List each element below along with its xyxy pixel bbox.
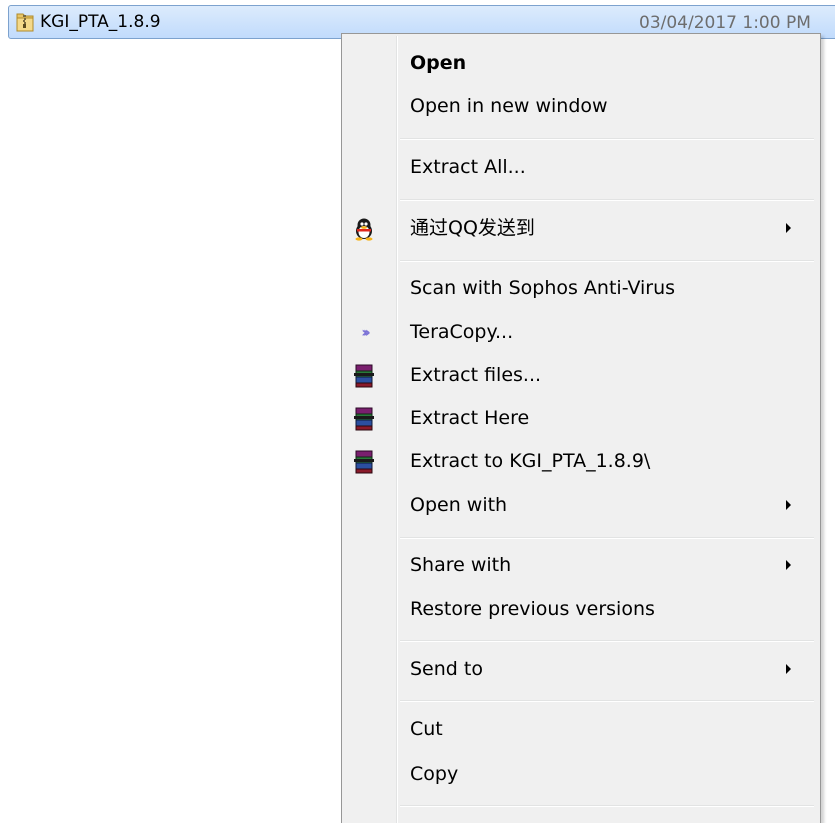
menu-item-send-via-qq[interactable]: 通过QQ发送到 bbox=[344, 207, 818, 249]
menu-separator bbox=[400, 199, 814, 201]
menu-separator bbox=[400, 700, 814, 702]
menu-item-open-in-new-window[interactable]: Open in new window bbox=[344, 85, 818, 127]
menu-item-share-with[interactable]: Share with bbox=[344, 544, 818, 586]
menu-item-teracopy[interactable]: ››› TeraCopy... bbox=[344, 311, 818, 353]
winrar-icon bbox=[351, 449, 377, 475]
menu-item-cut[interactable]: Cut bbox=[344, 708, 818, 750]
menu-item-label: Extract Here bbox=[410, 407, 530, 429]
menu-item-label: Restore previous versions bbox=[410, 598, 655, 620]
menu-item-label: Open in new window bbox=[410, 95, 608, 117]
file-name[interactable]: KGI_PTA_1.8.9 bbox=[40, 11, 161, 33]
menu-item-extract-to-folder[interactable]: Extract to KGI_PTA_1.8.9\ bbox=[344, 440, 818, 482]
menu-item-label: Open with bbox=[410, 494, 508, 516]
menu-item-label: Share with bbox=[410, 554, 512, 576]
menu-item-label: Open bbox=[410, 52, 467, 74]
winrar-icon bbox=[351, 406, 377, 432]
teracopy-icon: ››› bbox=[361, 325, 371, 341]
menu-item-label: Extract files... bbox=[410, 364, 542, 386]
winrar-icon bbox=[351, 363, 377, 389]
menu-separator bbox=[400, 640, 814, 642]
file-date-modified: 03/04/2017 1:00 PM bbox=[639, 13, 811, 33]
menu-separator bbox=[400, 537, 814, 539]
zip-folder-icon bbox=[15, 11, 35, 33]
menu-item-send-to[interactable]: Send to bbox=[344, 648, 818, 690]
menu-item-label: 通过QQ发送到 bbox=[410, 217, 535, 239]
submenu-arrow-icon bbox=[786, 500, 791, 510]
menu-item-label: Extract All... bbox=[410, 156, 526, 178]
menu-separator bbox=[400, 138, 814, 140]
menu-item-scan-sophos[interactable]: Scan with Sophos Anti-Virus bbox=[344, 267, 818, 309]
submenu-arrow-icon bbox=[786, 223, 791, 233]
menu-item-label: Send to bbox=[410, 658, 483, 680]
menu-item-label: Extract to KGI_PTA_1.8.9\ bbox=[410, 450, 651, 472]
menu-item-copy[interactable]: Copy bbox=[344, 753, 818, 795]
menu-item-label: TeraCopy... bbox=[410, 321, 514, 343]
menu-item-extract-here[interactable]: Extract Here bbox=[344, 397, 818, 439]
menu-item-label: Copy bbox=[410, 763, 459, 785]
submenu-arrow-icon bbox=[786, 664, 791, 674]
menu-separator bbox=[400, 805, 814, 807]
explorer-file-list: KGI_PTA_1.8.9 03/04/2017 1:00 PM Open Op… bbox=[0, 0, 835, 823]
menu-separator bbox=[400, 260, 814, 262]
qq-penguin-icon bbox=[351, 216, 377, 242]
menu-item-extract-files[interactable]: Extract files... bbox=[344, 354, 818, 396]
menu-item-open-with[interactable]: Open with bbox=[344, 484, 818, 526]
menu-item-extract-all[interactable]: Extract All... bbox=[344, 146, 818, 188]
menu-item-restore-previous-versions[interactable]: Restore previous versions bbox=[344, 588, 818, 630]
context-menu: Open Open in new window Extract All... 通… bbox=[341, 33, 821, 823]
menu-item-label: Cut bbox=[410, 718, 443, 740]
submenu-arrow-icon bbox=[786, 560, 791, 570]
menu-item-label: Scan with Sophos Anti-Virus bbox=[410, 277, 676, 299]
menu-item-open[interactable]: Open bbox=[344, 42, 818, 84]
